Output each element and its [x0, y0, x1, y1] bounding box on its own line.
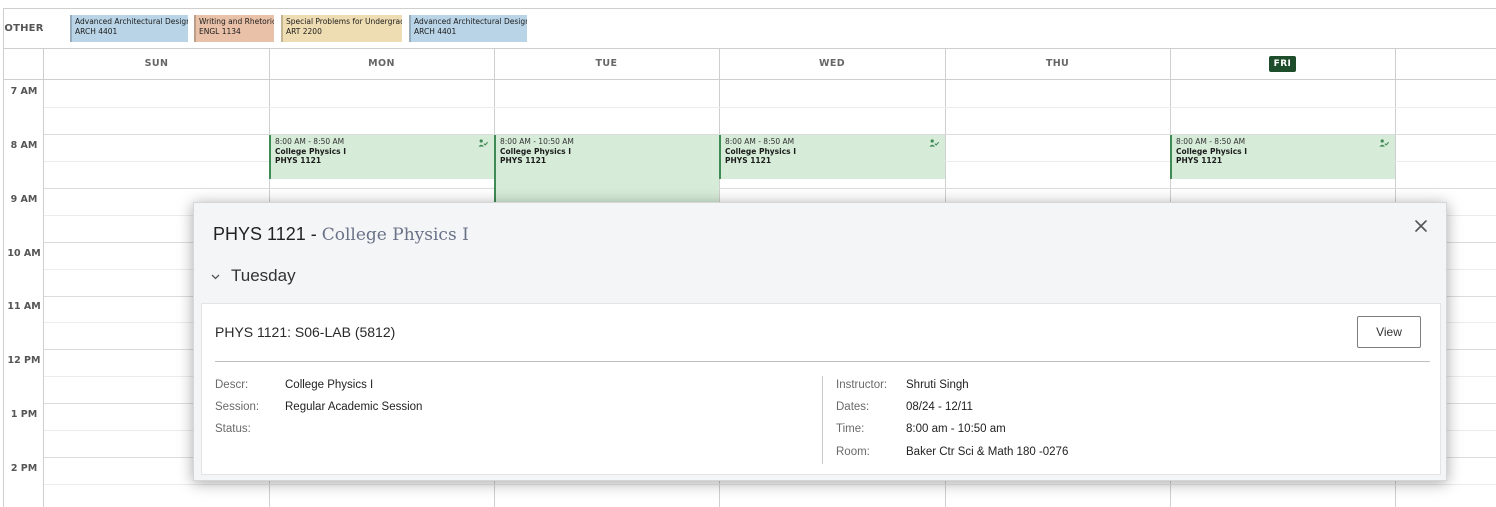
event-code: PHYS 1121	[500, 156, 547, 165]
class-event-wed[interactable]: 8:00 AM - 8:50 AM College Physics I PHYS…	[719, 135, 945, 179]
modal-course-code: PHYS 1121 -	[213, 224, 317, 244]
time-label: 11 AM	[7, 301, 41, 312]
day-header-tue: TUE	[494, 49, 719, 80]
day-accordion-toggle[interactable]: Tuesday	[210, 266, 296, 286]
chip-code: ARCH 4401	[75, 27, 118, 36]
event-title: College Physics I	[1176, 146, 1248, 156]
close-icon[interactable]	[1412, 217, 1430, 235]
event-time: 8:00 AM - 8:50 AM	[1176, 137, 1246, 146]
view-button[interactable]: View	[1357, 316, 1421, 348]
time-label: 8 AM	[10, 140, 38, 151]
chip-name: Advanced Architectural Design	[414, 17, 527, 26]
day-header-sun: SUN	[44, 49, 269, 80]
other-row: OTHER Advanced Architectural Design ARCH…	[4, 9, 1496, 49]
time-label: 2 PM	[10, 463, 38, 474]
event-code: PHYS 1121	[725, 156, 772, 165]
day-header-fri: FRI	[1170, 49, 1395, 80]
event-title: College Physics I	[275, 146, 347, 156]
class-event-mon[interactable]: 8:00 AM - 8:50 AM College Physics I PHYS…	[269, 135, 494, 179]
detail-value: College Physics I	[285, 379, 374, 391]
other-chip[interactable]: Advanced Architectural Design ARCH 4401	[70, 15, 188, 42]
time-label: 12 PM	[7, 355, 41, 366]
chip-code: ART 2200	[286, 27, 322, 36]
today-badge: FRI	[1268, 56, 1297, 72]
chip-name: Writing and Rhetoric	[199, 17, 274, 26]
half-hour-line	[44, 107, 1496, 108]
half-hour-line	[44, 484, 1496, 485]
day-name: Tuesday	[231, 266, 296, 285]
event-code: PHYS 1121	[275, 156, 322, 165]
other-chip[interactable]: Advanced Architectural Design ARCH 4401	[409, 15, 527, 42]
modal-title: PHYS 1121 - College Physics I	[213, 224, 469, 245]
event-time: 8:00 AM - 8:50 AM	[725, 137, 795, 146]
detail-label: Room:	[836, 446, 870, 458]
event-title: College Physics I	[500, 146, 572, 156]
event-time: 8:00 AM - 8:50 AM	[275, 137, 345, 146]
modal-course-name: College Physics I	[321, 225, 469, 245]
time-label: 10 AM	[7, 248, 41, 259]
day-header-corner	[4, 49, 44, 80]
section-card: PHYS 1121: S06-LAB (5812) View Descr: Co…	[201, 303, 1441, 475]
event-title: College Physics I	[725, 146, 797, 156]
chip-code: ENGL 1134	[199, 27, 241, 36]
person-check-icon	[1379, 139, 1389, 147]
detail-label: Status:	[215, 423, 251, 435]
detail-label: Dates:	[836, 401, 870, 413]
detail-label: Descr:	[215, 379, 249, 391]
event-time: 8:00 AM - 10:50 AM	[500, 137, 574, 146]
chip-name: Special Problems for Undergrad	[286, 17, 402, 26]
detail-label: Time:	[836, 423, 865, 435]
day-header-thu: THU	[945, 49, 1170, 80]
detail-value: 8:00 am - 10:50 am	[906, 423, 1006, 435]
card-divider	[215, 361, 1430, 362]
column-divider	[822, 376, 823, 464]
class-event-fri[interactable]: 8:00 AM - 8:50 AM College Physics I PHYS…	[1170, 135, 1395, 179]
detail-label: Session:	[215, 401, 260, 413]
chip-name: Advanced Architectural Design	[75, 17, 188, 26]
chip-code: ARCH 4401	[414, 27, 457, 36]
column-divider	[43, 49, 44, 507]
class-detail-modal: PHYS 1121 - College Physics I Tuesday PH…	[193, 202, 1447, 481]
person-check-icon	[929, 139, 939, 147]
time-label: 9 AM	[10, 194, 38, 205]
time-label: 1 PM	[10, 409, 38, 420]
class-event-tue[interactable]: 8:00 AM - 10:50 AM College Physics I PHY…	[494, 135, 719, 203]
section-title: PHYS 1121: S06-LAB (5812)	[215, 324, 396, 340]
day-header-mon: MON	[269, 49, 494, 80]
detail-value: 08/24 - 12/11	[906, 401, 973, 413]
day-header-empty	[1395, 49, 1496, 80]
hour-line	[44, 188, 1496, 189]
person-check-icon	[478, 139, 488, 147]
chevron-down-icon	[211, 274, 220, 279]
detail-label: Instructor:	[836, 379, 888, 391]
day-header-wed: WED	[719, 49, 945, 80]
other-chip[interactable]: Writing and Rhetoric ENGL 1134	[194, 15, 274, 42]
other-label: OTHER	[4, 23, 44, 34]
schedule-view: OTHER Advanced Architectural Design ARCH…	[0, 0, 1496, 507]
detail-value: Regular Academic Session	[285, 401, 423, 413]
detail-value: Shruti Singh	[906, 379, 969, 391]
detail-value: Baker Ctr Sci & Math 180 -0276	[906, 446, 1069, 458]
other-chip[interactable]: Special Problems for Undergrad ART 2200	[281, 15, 402, 42]
time-label: 7 AM	[10, 86, 38, 97]
event-code: PHYS 1121	[1176, 156, 1223, 165]
